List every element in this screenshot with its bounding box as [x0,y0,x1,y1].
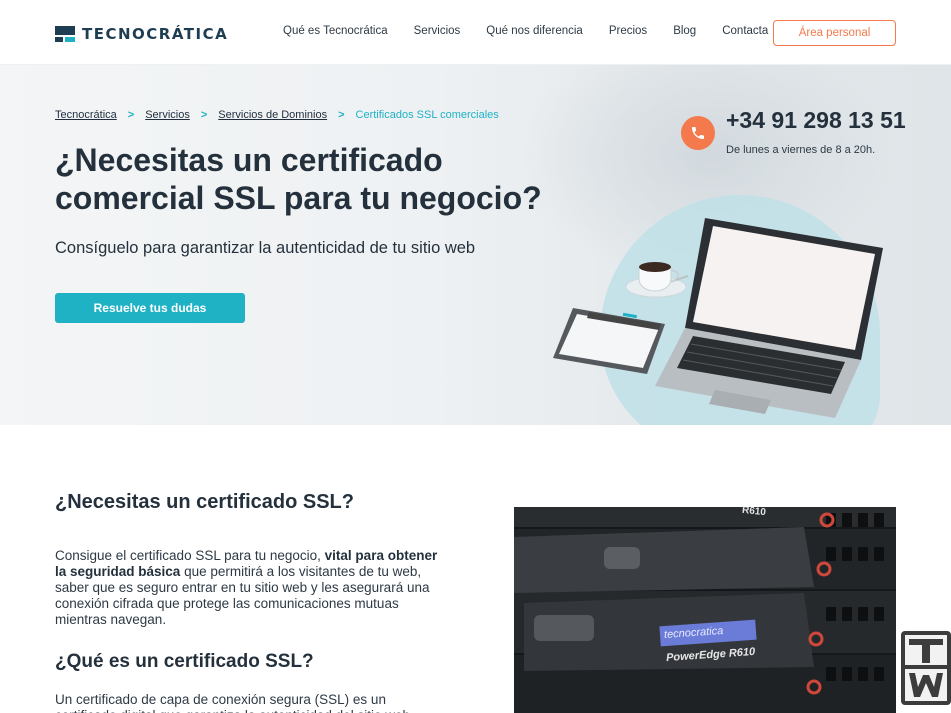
hero-subtitle: Consíguelo para garantizar la autenticid… [55,239,476,257]
nav-item-precios[interactable]: Precios [609,25,647,37]
phone-number[interactable]: +34 91 298 13 51 [726,107,906,134]
graphics-tablet-image [553,308,665,374]
nav-item-contacta[interactable]: Contacta [722,25,768,37]
logo-mark-icon [55,25,77,43]
nav-item-diferencia[interactable]: Qué nos diferencia [486,25,583,37]
phone-hours: De lunes a viernes de 8 a 20h. [726,144,876,156]
page-title: ¿Necesitas un certificado comercial SSL … [55,141,615,217]
main-nav: Qué es Tecnocrática Servicios Qué nos di… [283,25,794,37]
section-paragraph-1: Consigue el certificado SSL para tu nego… [55,548,440,628]
resuelve-dudas-button[interactable]: Resuelve tus dudas [55,293,245,323]
site-header: TECNOCRÁTICA Qué es Tecnocrática Servici… [0,0,951,65]
section-paragraph-2: Un certificado de capa de conexión segur… [55,692,410,713]
breadcrumb-item-dominios[interactable]: Servicios de Dominios [218,109,327,121]
hero-section: Tecnocrática > Servicios > Servicios de … [0,65,951,425]
nav-item-blog[interactable]: Blog [673,25,696,37]
chevron-right-icon: > [338,109,345,121]
phone-icon[interactable] [681,116,715,150]
breadcrumb-item-servicios[interactable]: Servicios [145,109,190,121]
breadcrumb-current: Certificados SSL comerciales [355,109,499,121]
nav-item-servicios[interactable]: Servicios [414,25,461,37]
logo-text: TECNOCRÁTICA [82,25,229,43]
chevron-right-icon: > [200,109,208,121]
server-rack-image: tecnocratica PowerEdge R610 R610 [514,507,896,713]
breadcrumb-item-home[interactable]: Tecnocrática [55,109,117,121]
chevron-right-icon: > [127,109,135,121]
title-line-1: ¿Necesitas un certificado [55,142,443,178]
breadcrumb: Tecnocrática > Servicios > Servicios de … [55,109,499,121]
nav-item-que-es[interactable]: Qué es Tecnocrática [283,25,388,37]
logo[interactable]: TECNOCRÁTICA [55,24,228,44]
area-personal-button[interactable]: Área personal [773,20,896,46]
laptop-image [655,218,883,418]
section-title-que-es-ssl: ¿Qué es un certificado SSL? [55,651,314,672]
para1-start: Consigue el certificado SSL para tu nego… [55,548,325,563]
watermark-badge-image [901,631,951,713]
section-title-necesitas-ssl: ¿Necesitas un certificado SSL? [55,491,354,513]
title-line-2: comercial SSL para tu negocio? [55,180,542,216]
